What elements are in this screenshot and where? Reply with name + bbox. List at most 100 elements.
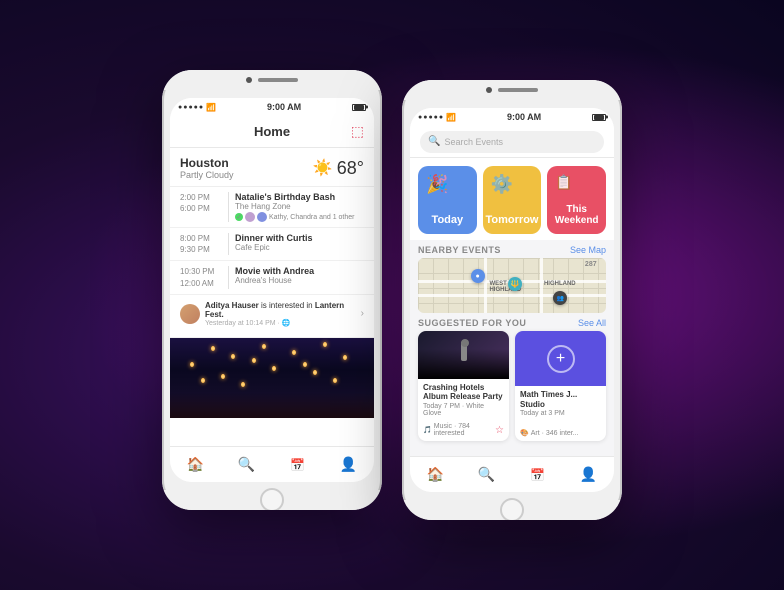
event-details: Movie with Andrea Andrea's House bbox=[235, 266, 364, 285]
events-list: 2:00 PM 6:00 PM Natalie's Birthday Bash … bbox=[170, 187, 374, 446]
nearby-link[interactable]: See Map bbox=[570, 245, 606, 255]
avatar-2 bbox=[257, 212, 267, 222]
home-button-1[interactable] bbox=[260, 488, 284, 510]
search-placeholder: Search Events bbox=[444, 137, 503, 147]
tab-profile[interactable]: 👤 bbox=[323, 456, 374, 473]
search-icon: 🔍 bbox=[428, 136, 440, 147]
page-title-1: Home bbox=[254, 124, 290, 139]
event-time-block: 8:00 PM 9:30 PM bbox=[180, 233, 222, 255]
battery-icon-2 bbox=[592, 114, 606, 121]
event-card-footer: 🎵 Music · 784 interested ☆ bbox=[418, 421, 509, 441]
events-row: Crashing Hotels Album Release Party Toda… bbox=[410, 331, 614, 441]
filter-today[interactable]: 🎉 Today bbox=[418, 166, 477, 234]
map-pin-blue[interactable]: ● bbox=[471, 269, 485, 283]
weather-left: Houston Partly Cloudy bbox=[180, 156, 234, 180]
post-header: Aditya Hauser is interested in Lantern F… bbox=[180, 301, 364, 327]
tab-calendar[interactable]: 📅 bbox=[272, 458, 323, 472]
event-time-block: 2:00 PM 6:00 PM bbox=[180, 192, 222, 214]
music-icon: 🎵 bbox=[423, 426, 432, 434]
status-signal-2: ●●●●● 📶 bbox=[418, 113, 456, 122]
post-meta: Yesterday at 10:14 PM · 🌐 bbox=[205, 319, 356, 327]
tab-home[interactable]: 🏠 bbox=[170, 456, 221, 473]
tab2-profile[interactable]: 👤 bbox=[563, 466, 614, 483]
map-label: HIGHLAND bbox=[544, 281, 576, 287]
status-bar-1: ●●●●● 📶 9:00 AM bbox=[170, 98, 374, 116]
post-content: Aditya Hauser is interested in Lantern F… bbox=[205, 301, 356, 327]
filter-tomorrow[interactable]: ⚙️ Tomorrow bbox=[483, 166, 542, 234]
check-icon: ✓ bbox=[235, 213, 243, 221]
signal-dots-2: ●●●●● bbox=[418, 114, 444, 121]
weather-right: ☀️ 68° bbox=[313, 158, 364, 179]
event-start-time: 8:00 PM bbox=[180, 233, 222, 244]
plus-icon: + bbox=[556, 351, 565, 367]
event-item[interactable]: 10:30 PM 12:00 AM Movie with Andrea Andr… bbox=[170, 261, 374, 294]
event-divider bbox=[228, 192, 229, 222]
speaker-1 bbox=[258, 78, 298, 82]
event-image bbox=[170, 338, 374, 418]
post-username: Aditya Hauser bbox=[205, 301, 259, 310]
event-card-meta-math: Today at 3 PM bbox=[520, 410, 601, 417]
status-time: 9:00 AM bbox=[267, 102, 301, 112]
crowd-silhouette bbox=[170, 393, 374, 418]
event-card-info-math: Math Times J... Studio Today at 3 PM bbox=[515, 386, 606, 427]
event-tag-math: 🎨 Art · 346 inter... bbox=[520, 429, 579, 437]
event-end-time: 6:00 PM bbox=[180, 203, 222, 214]
suggested-header: SUGGESTED FOR YOU See All bbox=[410, 313, 614, 331]
post-text: Aditya Hauser is interested in Lantern F… bbox=[205, 301, 356, 319]
battery-icon bbox=[352, 104, 366, 111]
event-card-meta: Today 7 PM · White Glove bbox=[423, 403, 504, 417]
event-tag: 🎵 Music · 784 interested bbox=[423, 423, 495, 437]
tab-bar-2: 🏠 🔍 📅 👤 bbox=[410, 456, 614, 492]
event-card-image-concert bbox=[418, 331, 509, 379]
weather-city: Houston bbox=[180, 156, 234, 170]
event-location: Andrea's House bbox=[235, 276, 364, 285]
tomorrow-icon: ⚙️ bbox=[491, 174, 513, 195]
event-location: The Hang Zone bbox=[235, 202, 364, 211]
weather-icon: ☀️ bbox=[313, 158, 333, 178]
event-title: Dinner with Curtis bbox=[235, 233, 364, 243]
phone2-main: 🎉 Today ⚙️ Tomorrow 📋 This Weekend NEARB… bbox=[410, 158, 614, 456]
post-avatar bbox=[180, 304, 200, 324]
event-divider bbox=[228, 266, 229, 288]
event-time-block: 10:30 PM 12:00 AM bbox=[180, 266, 222, 288]
background bbox=[0, 0, 784, 590]
map-block[interactable]: WESTHIGHLAND HIGHLAND 287 ● 🔱 👥 bbox=[418, 258, 606, 313]
event-start-time: 2:00 PM bbox=[180, 192, 222, 203]
event-end-time: 9:30 PM bbox=[180, 244, 222, 255]
home-button-2[interactable] bbox=[500, 498, 524, 520]
today-icon: 🎉 bbox=[426, 174, 448, 195]
phone-bottom-2 bbox=[402, 500, 622, 520]
weekend-icon: 📋 bbox=[555, 174, 572, 191]
avatar-img bbox=[180, 304, 200, 324]
suggested-section: SUGGESTED FOR YOU See All Crashing Hotel… bbox=[410, 313, 614, 456]
inbox-icon[interactable]: ⬚ bbox=[351, 123, 364, 140]
event-card-math[interactable]: + Math Times J... Studio Today at 3 PM 🎨… bbox=[515, 331, 606, 441]
map-road bbox=[540, 258, 543, 313]
tab2-calendar[interactable]: 📅 bbox=[512, 468, 563, 482]
performer-head bbox=[461, 339, 469, 347]
event-card-concert[interactable]: Crashing Hotels Album Release Party Toda… bbox=[418, 331, 509, 441]
social-post[interactable]: Aditya Hauser is interested in Lantern F… bbox=[170, 295, 374, 338]
math-circle: + bbox=[547, 345, 575, 373]
phone-screen-1: ●●●●● 📶 9:00 AM Home ⬚ Houston Partly Cl… bbox=[170, 98, 374, 482]
phone-bottom-1 bbox=[162, 490, 382, 510]
event-start-time: 10:30 PM bbox=[180, 266, 222, 277]
event-title: Movie with Andrea bbox=[235, 266, 364, 276]
phone-screen-2: ●●●●● 📶 9:00 AM 🔍 Search Events 🎉 bbox=[410, 108, 614, 492]
search-bar[interactable]: 🔍 Search Events bbox=[420, 131, 604, 153]
event-title: Natalie's Birthday Bash bbox=[235, 192, 364, 202]
search-header: 🔍 Search Events bbox=[410, 126, 614, 158]
star-icon[interactable]: ☆ bbox=[495, 425, 504, 436]
event-card-title: Crashing Hotels Album Release Party bbox=[423, 383, 504, 402]
tab2-home[interactable]: 🏠 bbox=[410, 466, 461, 483]
tab-bar-1: 🏠 🔍 📅 👤 bbox=[170, 446, 374, 482]
tab-search[interactable]: 🔍 bbox=[221, 456, 272, 473]
phone-1: ●●●●● 📶 9:00 AM Home ⬚ Houston Partly Cl… bbox=[162, 70, 382, 510]
suggested-link[interactable]: See All bbox=[578, 318, 606, 328]
tab2-search[interactable]: 🔍 bbox=[461, 466, 512, 483]
suggested-title: SUGGESTED FOR YOU bbox=[418, 318, 526, 328]
lantern-bg bbox=[170, 338, 374, 418]
event-item[interactable]: 8:00 PM 9:30 PM Dinner with Curtis Cafe … bbox=[170, 228, 374, 261]
filter-weekend[interactable]: 📋 This Weekend bbox=[547, 166, 606, 234]
event-item[interactable]: 2:00 PM 6:00 PM Natalie's Birthday Bash … bbox=[170, 187, 374, 228]
